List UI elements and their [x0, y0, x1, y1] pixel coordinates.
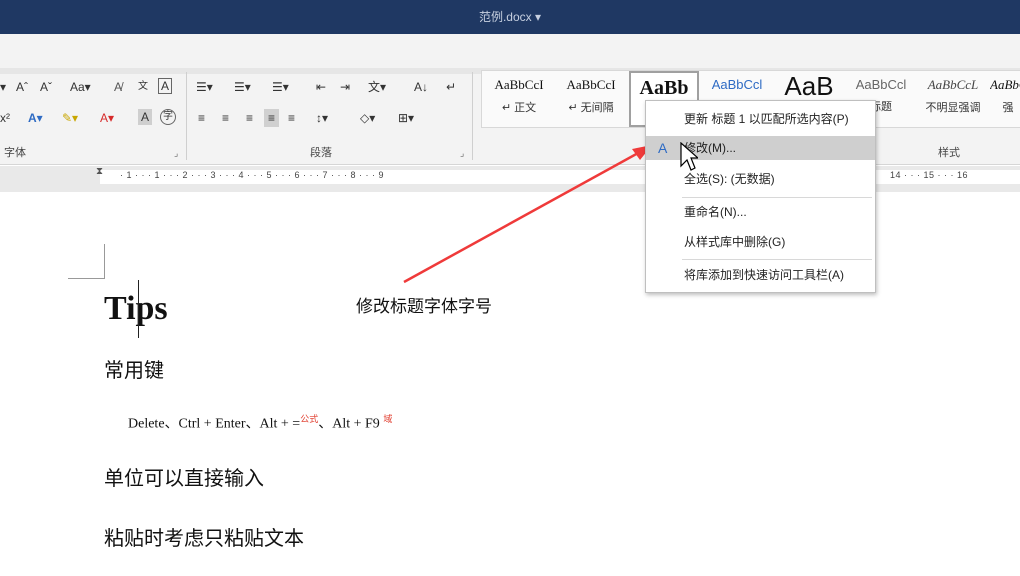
menu-item-add-to-qat[interactable]: 将库添加到快速访问工具栏(A)	[646, 263, 875, 287]
menu-item-update-style[interactable]: 更新 标题 1 以匹配所选内容(P)	[646, 107, 875, 131]
menu-item-label: 从样式库中删除(G)	[684, 235, 786, 249]
menu-separator	[682, 197, 872, 198]
menu-item-remove-from-gallery[interactable]: 从样式库中删除(G)	[646, 230, 875, 254]
modify-style-icon: A	[658, 140, 668, 156]
menu-item-label: 更新 标题 1 以匹配所选内容(P)	[684, 112, 849, 126]
mouse-pointer-icon	[680, 142, 698, 171]
menu-item-label: 重命名(N)...	[684, 205, 747, 219]
menu-item-label: 将库添加到快速访问工具栏(A)	[684, 268, 844, 282]
style-context-menu: 更新 标题 1 以匹配所选内容(P) A 修改(M)... 全选(S): (无数…	[645, 100, 876, 293]
menu-item-rename[interactable]: 重命名(N)...	[646, 200, 875, 224]
arrow-shaft	[403, 150, 641, 284]
menu-separator	[682, 259, 872, 260]
